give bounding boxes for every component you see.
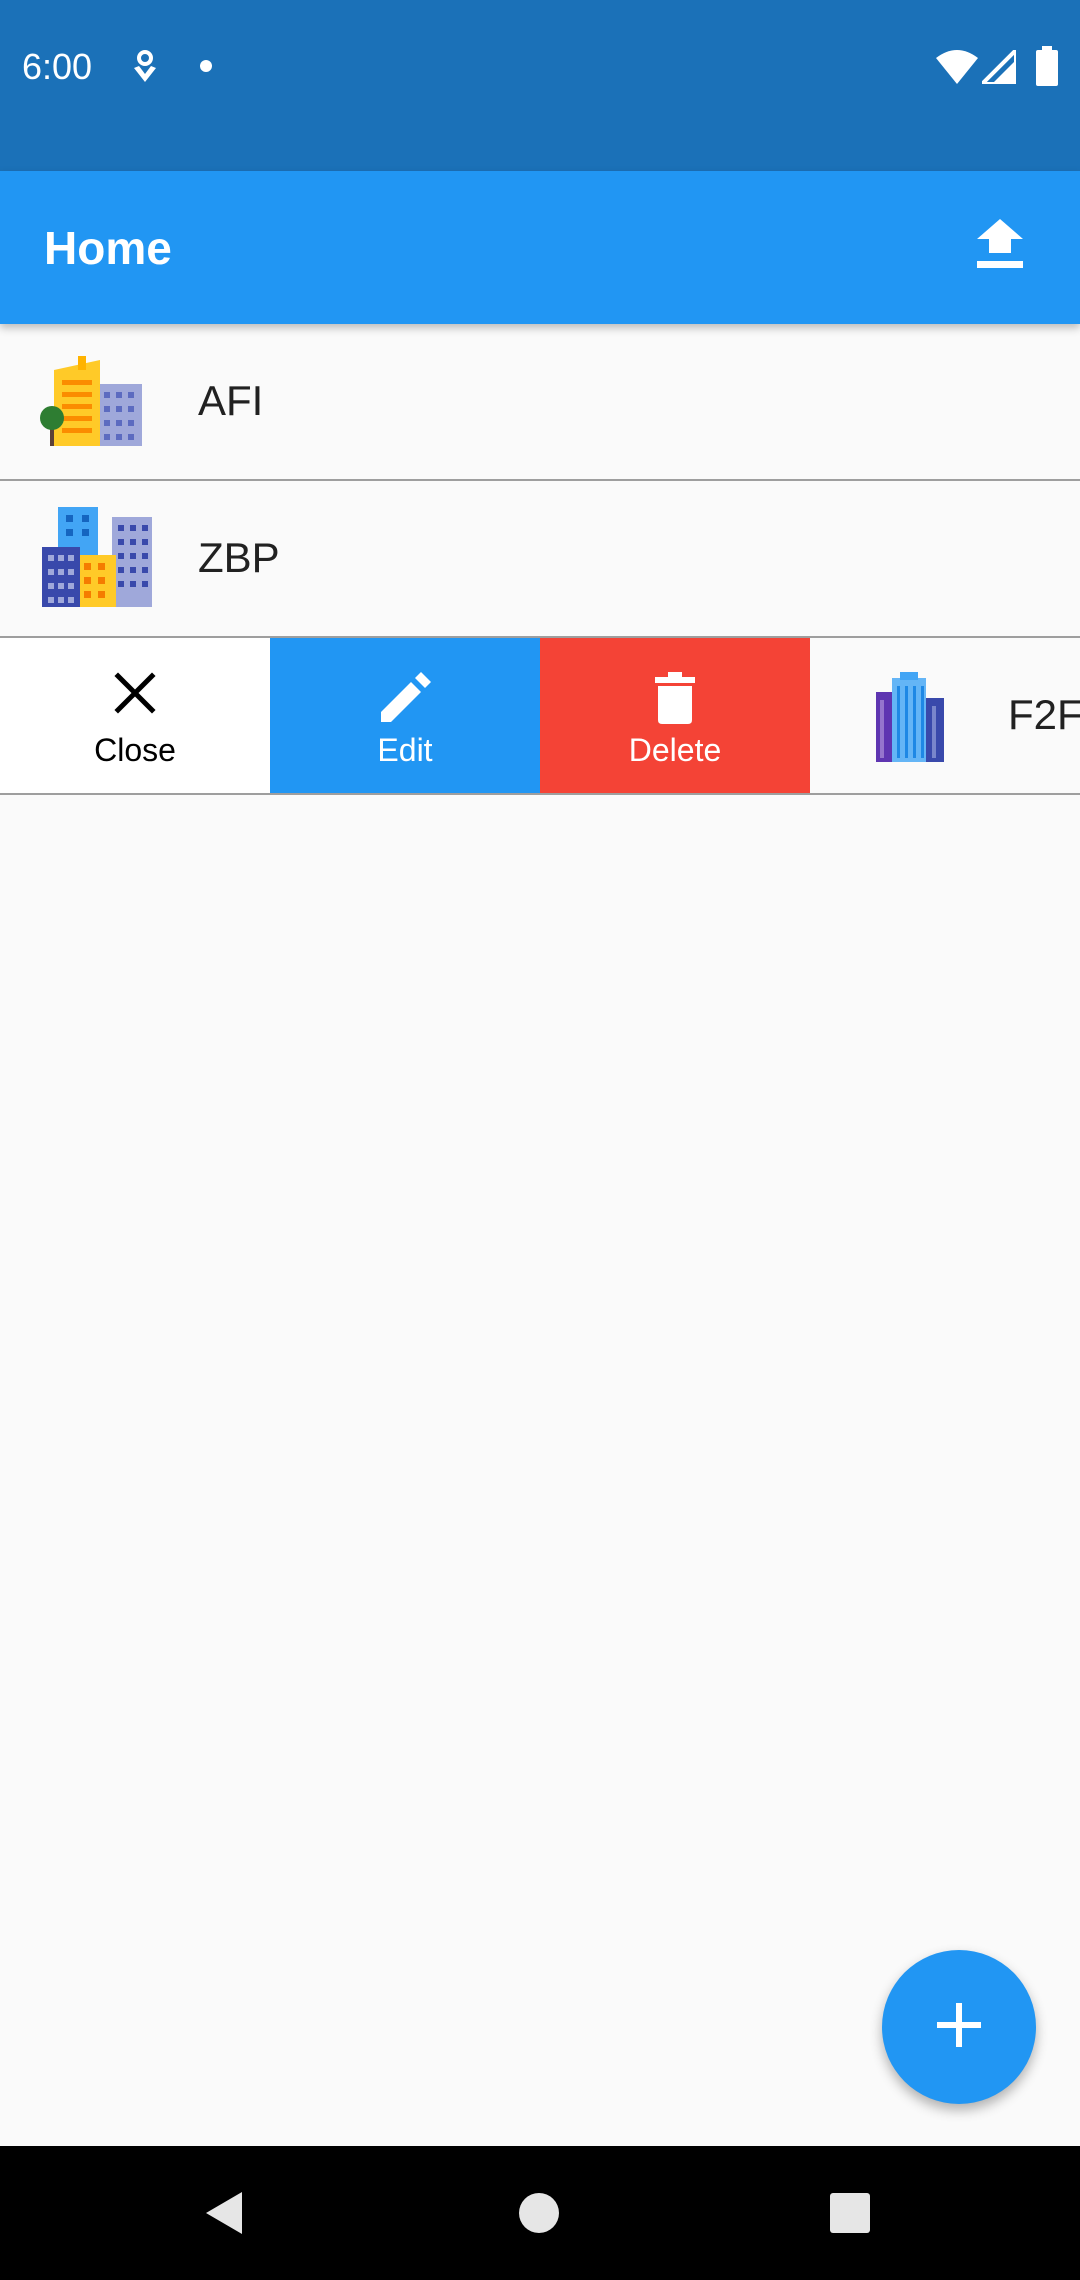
list-item-label: AFI <box>198 377 264 424</box>
battery-icon <box>1036 46 1058 91</box>
upload-icon <box>977 218 1023 276</box>
upload-button[interactable] <box>962 209 1038 285</box>
city-buildings-icon <box>42 507 154 612</box>
pencil-icon <box>379 672 431 724</box>
signal-icon <box>977 45 1018 89</box>
list-item[interactable]: ZBP <box>0 481 1080 638</box>
list-item-label: ZBP <box>198 534 280 581</box>
skyscraper-purple-icon <box>870 672 948 767</box>
delete-action-button[interactable]: Delete <box>540 638 810 793</box>
list-item[interactable]: AFI <box>0 324 1080 481</box>
list-item-label: F2F <box>1008 691 1080 738</box>
home-icon[interactable] <box>519 2193 559 2238</box>
list-item-swiped[interactable]: Close Edit Delete F2F <box>0 638 1080 795</box>
status-bar: 6:00 <box>0 0 1080 171</box>
plus-icon <box>937 2002 981 2052</box>
edit-action-button[interactable]: Edit <box>270 638 540 793</box>
back-icon[interactable] <box>204 2190 244 2241</box>
add-button[interactable] <box>882 1950 1036 2104</box>
close-action-button[interactable]: Close <box>0 638 270 793</box>
app-bar: Home <box>0 171 1080 324</box>
recents-icon[interactable] <box>830 2193 870 2238</box>
close-icon <box>114 672 156 724</box>
wifi-icon <box>936 50 978 89</box>
office-building-yellow-icon <box>40 356 144 453</box>
notification-app-icon <box>130 50 160 91</box>
navigation-bar <box>0 2146 1080 2280</box>
close-action-label: Close <box>94 732 176 768</box>
dot-icon <box>199 59 213 78</box>
page-title: Home <box>44 222 172 274</box>
status-time: 6:00 <box>22 46 93 87</box>
edit-action-label: Edit <box>377 732 433 768</box>
trash-icon <box>655 672 695 724</box>
delete-action-label: Delete <box>628 732 722 768</box>
